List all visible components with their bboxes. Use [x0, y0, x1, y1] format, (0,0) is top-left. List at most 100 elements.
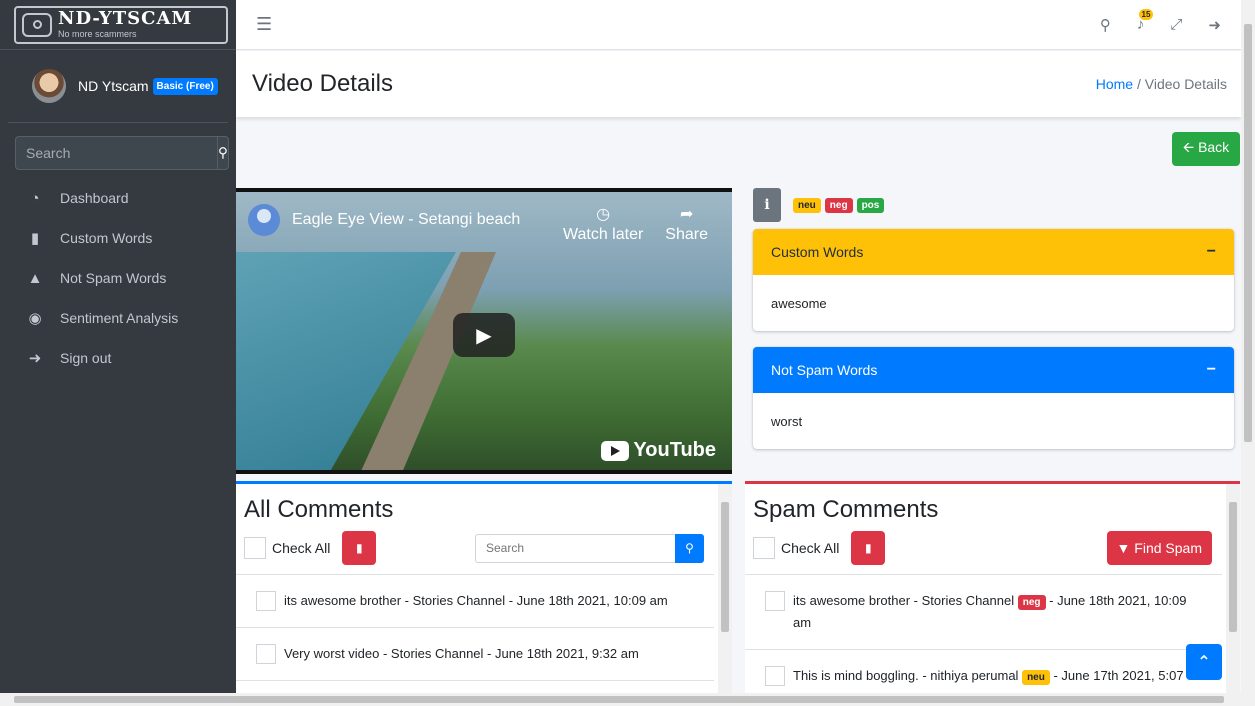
play-button[interactable]: ▶: [453, 313, 515, 357]
plan-badge: Basic (Free): [152, 77, 218, 95]
comment-checkbox[interactable]: [765, 591, 785, 611]
find-spam-button[interactable]: ▼ Find Spam: [1106, 531, 1212, 565]
channel-avatar[interactable]: [248, 204, 280, 236]
video-title[interactable]: Eagle Eye View - Setangi beach: [292, 211, 520, 229]
search-icon: ⚲: [685, 541, 694, 555]
all-comments-list: its awesome brother - Stories Channel - …: [236, 574, 714, 681]
check-all[interactable]: Check All: [244, 537, 330, 559]
all-comments-card: All Comments Check All ▮ ⚲ its awesome b…: [236, 481, 732, 706]
not-spam-words-list: worst: [771, 413, 803, 429]
youtube-play-icon: [601, 440, 630, 461]
page-title: Video Details: [252, 70, 393, 97]
video-player[interactable]: Eagle Eye View - Setangi beach ◷ Watch la…: [236, 188, 732, 474]
collapse-icon[interactable]: −: [1207, 243, 1216, 261]
chevron-up-icon: ⌃: [1197, 654, 1211, 671]
sentiment-badge: neu: [1022, 670, 1050, 685]
sidebar-item-label: Sign out: [60, 350, 112, 366]
custom-words-body: awesome: [753, 275, 1234, 331]
breadcrumb-current: Video Details: [1144, 76, 1227, 92]
sidebar-search-input[interactable]: [15, 136, 217, 170]
sidebar-item-label: Not Spam Words: [60, 270, 167, 286]
user-name[interactable]: ND Ytscam: [78, 78, 149, 94]
check-all[interactable]: Check All: [753, 537, 839, 559]
comment-checkbox[interactable]: [765, 666, 785, 686]
delete-button[interactable]: ▮: [342, 531, 377, 565]
sidebar-item-not-spam-words[interactable]: ▲ Not Spam Words: [0, 258, 236, 298]
sidebar: ND-YTSCAM No more scammers ND Ytscam Bas…: [0, 0, 236, 706]
sidebar-search-button[interactable]: ⚲: [217, 136, 229, 170]
not-spam-words-title: Not Spam Words: [771, 362, 878, 378]
comments-search: ⚲: [475, 533, 704, 563]
fullscreen-icon[interactable]: ⤢: [1170, 16, 1182, 33]
sidebar-item-label: Dashboard: [60, 190, 129, 206]
brand-logo: ND-YTSCAM No more scammers: [14, 5, 228, 44]
check-all-label: Check All: [781, 540, 840, 556]
share-icon: ➦: [679, 206, 694, 223]
spam-comments-list: its awesome brother - Stories Channel ne…: [745, 574, 1222, 705]
collapse-icon[interactable]: −: [1207, 361, 1216, 379]
brand-link[interactable]: ND-YTSCAM No more scammers: [0, 0, 236, 50]
sidebar-search: ⚲: [15, 136, 229, 170]
list-item: its awesome brother - Stories Channel - …: [236, 575, 714, 628]
delete-button[interactable]: ▮: [851, 531, 886, 565]
sentiment-legend: i neu neg pos: [753, 188, 885, 222]
spam-comments-title: Spam Comments: [753, 496, 939, 523]
comment-text: its awesome brother - Stories Channel: [793, 593, 1015, 608]
notification-bell-icon[interactable]: ♪ 15: [1137, 9, 1154, 33]
comment-text: This is mind boggling. - nithiya perumal: [793, 668, 1019, 683]
comments-search-input[interactable]: [475, 533, 675, 563]
not-spam-words-header: Not Spam Words −: [753, 347, 1234, 393]
watch-later-button[interactable]: ◷ Watch later: [563, 204, 643, 246]
comments-search-button[interactable]: ⚲: [675, 533, 704, 563]
sidebar-nav: ◔ Dashboard ▮ Custom Words ▲ Not Spam Words…: [0, 178, 236, 378]
comment-checkbox[interactable]: [256, 591, 276, 611]
trash-icon: ▮: [30, 230, 40, 247]
sidebar-item-label: Sentiment Analysis: [60, 310, 179, 326]
dashboard-icon: ◔: [30, 189, 40, 207]
not-spam-words-body: worst: [753, 393, 1234, 449]
watch-later-label: Watch later: [562, 226, 644, 243]
list-item: Very worst video - Stories Channel - Jun…: [236, 628, 714, 681]
breadcrumb-separator: /: [1136, 76, 1141, 92]
sidebar-item-dashboard[interactable]: ◔ Dashboard: [0, 178, 236, 218]
youtube-logo[interactable]: YouTube: [601, 439, 716, 462]
top-navbar: ☰ ⚲ ♪ 15 ⤢ ➜: [236, 0, 1241, 50]
brand-title: ND-YTSCAM: [58, 8, 193, 29]
comment-text: its awesome brother - Stories Channel - …: [284, 593, 668, 608]
breadcrumb: Home / Video Details: [1096, 76, 1227, 92]
not-spam-words-card: Not Spam Words − worst: [753, 347, 1234, 449]
spam-comments-scrollbar[interactable]: [1226, 484, 1240, 706]
check-all-checkbox[interactable]: [753, 537, 775, 559]
sidebar-item-label: Custom Words: [60, 230, 153, 246]
custom-words-card: Custom Words − awesome: [753, 229, 1234, 331]
avatar: [32, 69, 66, 103]
share-button[interactable]: ➦ Share: [665, 204, 708, 246]
sidebar-item-sentiment-analysis[interactable]: ◉ Sentiment Analysis: [0, 298, 236, 338]
neu-badge: neu: [793, 197, 821, 213]
horizontal-scrollbar[interactable]: [0, 693, 1255, 706]
comment-date: - June 17th 2021, 5:07: [1053, 668, 1184, 683]
info-icon[interactable]: i: [753, 188, 781, 222]
breadcrumb-home-link[interactable]: Home: [1096, 76, 1133, 92]
user-panel: ND Ytscam Basic (Free): [8, 50, 228, 123]
thumbs-up-icon: ▲: [27, 269, 43, 287]
list-item: its awesome brother - Stories Channel ne…: [745, 575, 1222, 650]
logout-icon[interactable]: ➜: [1208, 16, 1221, 34]
custom-words-list: awesome: [771, 295, 827, 311]
page-scrollbar[interactable]: [1241, 0, 1255, 693]
sidebar-item-custom-words[interactable]: ▮ Custom Words: [0, 218, 236, 258]
sidebar-item-sign-out[interactable]: ➜ Sign out: [0, 338, 236, 378]
custom-words-header: Custom Words −: [753, 229, 1234, 275]
scroll-to-top-button[interactable]: ⌃: [1186, 644, 1222, 680]
search-icon[interactable]: ⚲: [1100, 16, 1111, 34]
trash-icon: ▮: [356, 541, 363, 555]
menu-toggle-icon[interactable]: ☰: [256, 14, 272, 35]
all-comments-title: All Comments: [244, 496, 394, 523]
check-all-checkbox[interactable]: [244, 537, 266, 559]
comment-checkbox[interactable]: [256, 644, 276, 664]
neg-badge: neg: [824, 197, 853, 213]
arrow-left-icon: 🡨: [1182, 139, 1195, 155]
back-button[interactable]: 🡨 Back: [1172, 132, 1240, 166]
all-comments-scrollbar[interactable]: [718, 484, 732, 706]
pos-badge: pos: [856, 197, 885, 213]
